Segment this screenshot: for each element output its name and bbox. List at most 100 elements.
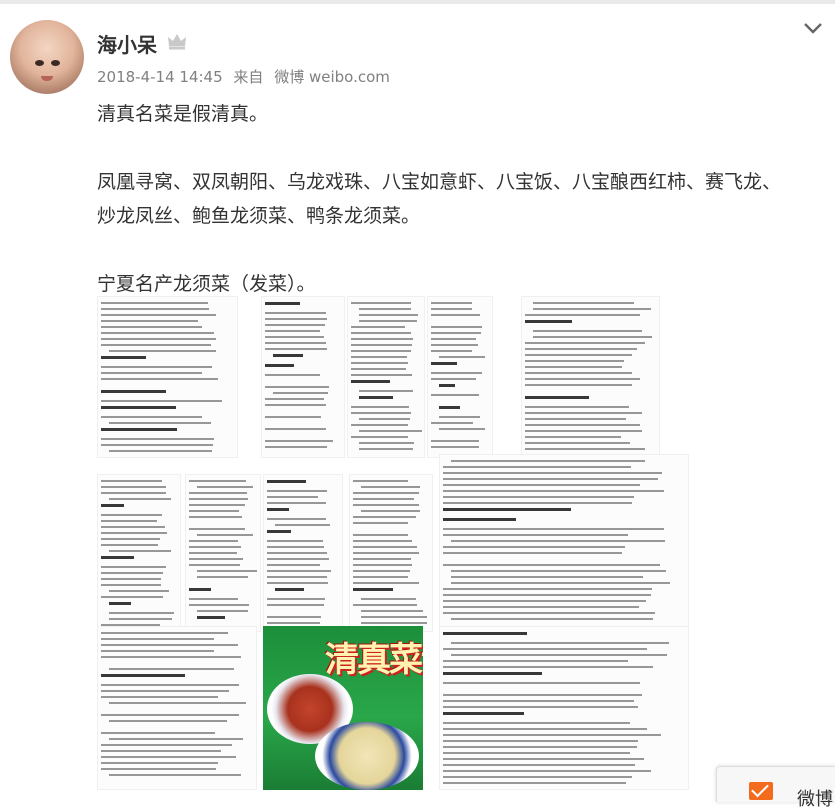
text-line [525,436,621,438]
text-line [439,356,486,358]
recipe-page-image[interactable] [97,296,238,458]
text-line [267,530,291,533]
text-line [265,312,327,314]
text-line [109,720,227,722]
recipe-page-image[interactable] [97,626,257,790]
text-line [275,524,330,526]
recipe-page-image[interactable] [439,454,689,630]
avatar[interactable] [10,20,84,94]
text-line [351,406,410,408]
text-line [189,492,248,494]
text-line [525,354,632,356]
text-line [431,308,472,310]
text-line [265,364,295,367]
text-line [443,632,528,635]
text-line [431,344,478,346]
text-line [525,430,643,432]
text-line [351,374,412,376]
text-line [359,314,419,316]
text-line [351,362,408,364]
text-line [101,520,157,522]
text-line [101,378,218,380]
text-line [265,330,320,332]
text-line [101,696,219,698]
text-line [359,396,393,399]
text-line [265,302,300,305]
recipe-page-image[interactable] [261,296,345,458]
chevron-down-icon[interactable] [802,19,824,37]
text-line [533,330,643,332]
recipe-page-image[interactable] [521,296,660,458]
text-line [101,714,240,716]
text-line [267,558,329,560]
post-source[interactable]: 微博 weibo.com [274,68,390,86]
text-line [273,354,303,357]
text-line [443,564,661,566]
text-line [451,570,666,572]
text-line [101,556,134,559]
recipe-page-image[interactable] [349,474,433,632]
text-line [353,588,393,591]
text-line [443,600,647,602]
text-line [431,338,476,340]
text-line [101,544,159,546]
post-paragraph: 清真名菜是假清真。 [97,103,269,125]
cover-title: 清真菜谱 [325,640,423,680]
text-line [101,428,177,431]
text-line [265,318,327,320]
text-line [189,516,243,518]
text-line [351,436,408,438]
recipe-page-image[interactable] [263,474,343,632]
text-line [101,438,214,440]
text-line [273,392,329,394]
weibo-float-button[interactable]: 微博 [716,766,835,810]
text-line [443,496,635,498]
text-line [109,450,213,452]
text-line [267,546,325,548]
text-line [443,740,638,742]
post-meta: 2018-4-14 14:45 来自 微博 weibo.com [97,66,396,87]
text-line [353,570,410,572]
text-line [443,746,637,748]
text-line [525,448,645,450]
cookbook-cover-image[interactable]: 清真菜谱 [263,626,423,790]
text-line [351,424,408,426]
text-line [443,594,651,596]
text-line [361,598,417,600]
recipe-page-image[interactable] [439,626,689,790]
recipe-page-image[interactable] [185,474,261,632]
text-line [443,508,572,511]
text-line [353,540,413,542]
text-line [443,612,656,614]
text-line [443,484,641,486]
dish-plate [315,722,419,790]
text-line [101,356,147,359]
text-line [189,498,248,500]
post-date[interactable]: 2018-4-14 14:45 [97,68,223,86]
text-line [267,604,324,606]
text-line [361,622,428,624]
recipe-page-image[interactable] [347,296,425,458]
text-line [189,564,240,566]
text-line [443,502,633,504]
text-line [267,576,327,578]
text-line [189,528,246,530]
text-line [109,350,216,352]
text-line [101,332,214,334]
text-line [431,378,476,380]
text-line [101,762,218,764]
recipe-page-image[interactable] [97,474,181,632]
text-line [439,428,485,430]
recipe-page-image[interactable] [427,296,493,458]
text-line [359,442,414,444]
text-line [101,566,167,568]
text-line [431,314,480,316]
text-line [197,534,254,536]
text-line [525,424,640,426]
text-line [267,502,327,504]
text-line [359,430,422,432]
text-line [359,418,411,420]
text-line [109,422,211,424]
text-line [101,372,203,374]
username[interactable]: 海小呆 [97,29,157,58]
